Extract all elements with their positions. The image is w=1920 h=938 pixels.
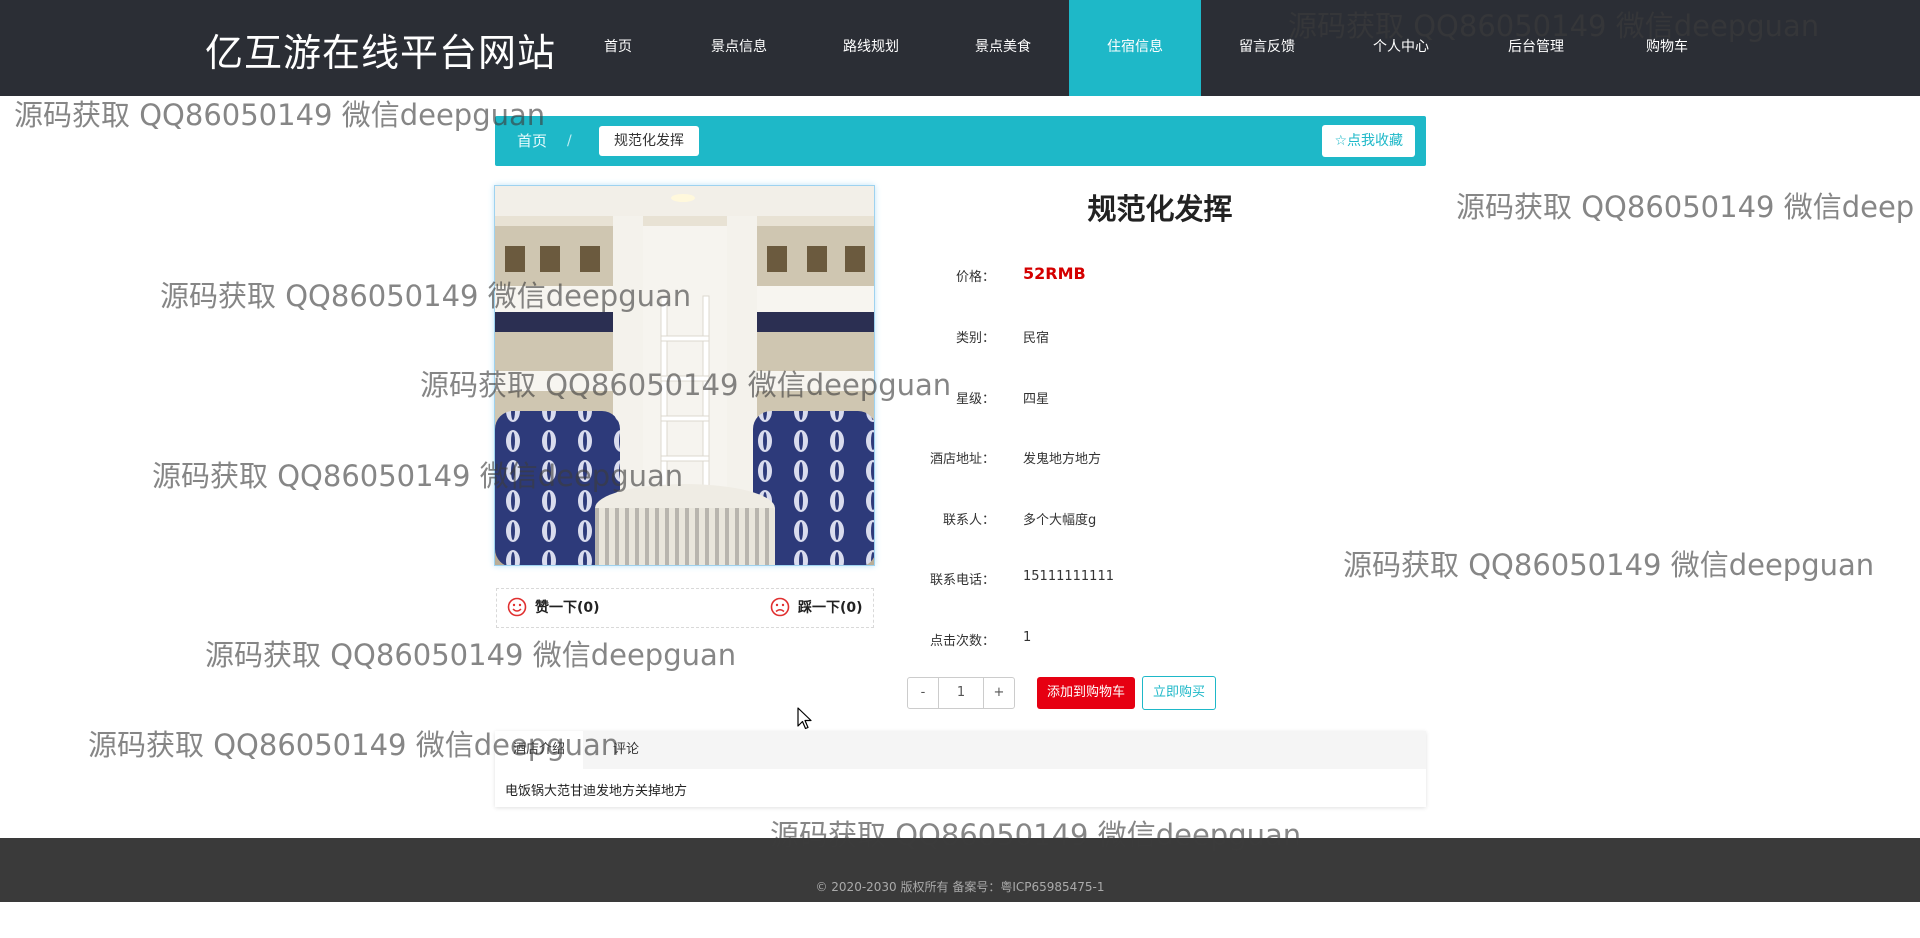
category-label: 类别：: [955, 331, 995, 346]
nav-item-personal-center[interactable]: 个人中心: [1335, 0, 1467, 96]
breadcrumb-home-link[interactable]: 首页: [517, 116, 547, 166]
watermark: 源码获取 QQ86050149 微信deepguan: [14, 98, 546, 132]
tab-bar: 酒店介绍 评论: [495, 731, 1426, 769]
mouse-cursor-icon: [797, 707, 812, 730]
nav-item-feedback[interactable]: 留言反馈: [1201, 0, 1333, 96]
quantity-decrease-button[interactable]: -: [908, 678, 938, 708]
page-footer: © 2020-2030 版权所有 备案号：粤ICP65985475-1: [0, 838, 1920, 902]
site-brand[interactable]: 亿互游在线平台网站: [205, 22, 556, 77]
quantity-increase-button[interactable]: +: [984, 678, 1014, 708]
nav-item-attractions[interactable]: 景点信息: [673, 0, 805, 96]
price-label: 价格：: [955, 270, 995, 285]
lodging-title: 规范化发挥: [1087, 192, 1233, 226]
nav-item-cart[interactable]: 购物车: [1601, 0, 1733, 96]
phone-value: 15111111111: [1023, 569, 1114, 584]
star-rating-value: 四星: [1023, 392, 1050, 407]
phone-label: 联系电话：: [929, 573, 995, 588]
tab-hotel-intro[interactable]: 酒店介绍: [495, 731, 584, 769]
contact-value: 多个大幅度g: [1023, 513, 1097, 528]
star-rating-label: 星级：: [955, 392, 995, 407]
nav-item-admin[interactable]: 后台管理: [1470, 0, 1602, 96]
quantity-input[interactable]: 1: [938, 678, 984, 708]
breadcrumb-current: 规范化发挥: [599, 126, 699, 156]
contact-label: 联系人：: [942, 513, 995, 528]
nav-item-food[interactable]: 景点美食: [937, 0, 1069, 96]
price-value: 52RMB: [1023, 264, 1086, 283]
nav-item-lodging[interactable]: 住宿信息: [1069, 0, 1201, 96]
click-count-value: 1: [1023, 630, 1032, 645]
address-value: 发鬼地方地方: [1023, 452, 1102, 467]
tab-content-text: 电饭锅大范甘迪发地方关掉地方: [505, 784, 688, 799]
lodging-photo: [494, 185, 875, 566]
top-navbar: 亿互游在线平台网站 首页 景点信息 路线规划 景点美食 住宿信息 留言反馈 个人…: [0, 0, 1920, 96]
quantity-stepper: - 1 +: [907, 677, 1015, 709]
dislike-button[interactable]: 踩一下(0): [770, 597, 863, 617]
vote-panel: 赞一下(0) 踩一下(0): [496, 588, 874, 628]
detail-tabs-panel: 酒店介绍 评论 电饭锅大范甘迪发地方关掉地方: [495, 731, 1426, 807]
like-button[interactable]: 赞一下(0): [507, 597, 600, 617]
smile-icon: [507, 597, 527, 617]
nav-item-routes[interactable]: 路线规划: [805, 0, 937, 96]
click-count-label: 点击次数：: [929, 634, 995, 649]
nav-item-home[interactable]: 首页: [552, 0, 684, 96]
watermark: 源码获取 QQ86050149 微信deep: [1456, 190, 1915, 224]
buy-now-button[interactable]: 立即购买: [1142, 676, 1217, 710]
breadcrumb: 首页 / 规范化发挥 ☆点我收藏: [495, 116, 1426, 166]
like-label: 赞一下(0): [535, 600, 600, 616]
dislike-label: 踩一下(0): [798, 600, 863, 616]
add-to-cart-button[interactable]: 添加到购物车: [1037, 677, 1136, 709]
favorite-button[interactable]: ☆点我收藏: [1322, 125, 1415, 157]
tab-comments[interactable]: 评论: [595, 731, 657, 769]
frown-icon: [770, 597, 790, 617]
watermark: 源码获取 QQ86050149 微信deepguan: [205, 638, 737, 672]
footer-copyright: © 2020-2030 版权所有 备案号：粤ICP65985475-1: [815, 880, 1105, 894]
address-label: 酒店地址：: [929, 452, 995, 467]
watermark: 源码获取 QQ86050149 微信deepguan: [1343, 548, 1875, 582]
breadcrumb-separator: /: [567, 133, 572, 149]
category-value: 民宿: [1023, 331, 1050, 346]
